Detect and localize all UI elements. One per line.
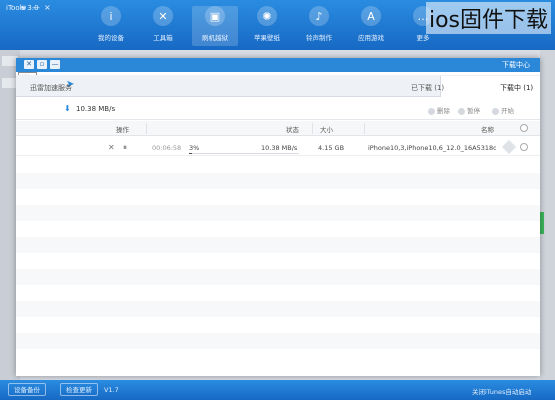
pause-icon [458,107,465,115]
download-arrow-icon: ⬇ [64,104,71,113]
box-icon: ▣ [205,6,225,26]
empty-row [16,205,540,221]
start-button[interactable]: 开始 [492,105,514,115]
dialog-maximize-button[interactable]: ▫ [37,60,47,69]
menu-icon[interactable]: ≡ [20,3,27,12]
info-icon: i [101,6,121,26]
dialog-minimize-button[interactable]: — [50,60,60,69]
toolbar-toolbox[interactable]: ✕ 工具箱 [140,6,186,46]
empty-row [16,269,540,285]
toolbar-label: 刷机越狱 [202,34,228,42]
column-size: 大小 [320,126,333,134]
empty-row [16,237,540,253]
toolbar-flash[interactable]: ▣ 刷机越狱 [192,6,238,46]
empty-row [16,173,540,189]
table-header [16,121,540,136]
toolbar-ringtone[interactable]: ♪ 铃声制作 [296,6,342,46]
minimize-icon[interactable]: — [32,3,40,12]
toolbar-label: 我的设备 [98,34,124,42]
row-size: 4.15 GB [318,144,345,152]
column-divider [146,123,147,134]
row-percent: 3% [189,144,200,152]
itunes-autostart-toggle[interactable]: 关闭iTunes自动启动 [472,386,531,396]
dialog-title: 下载中心 [502,61,530,69]
column-name: 名称 [481,126,494,134]
tab-downloading[interactable]: 下载中 (1) [500,83,533,93]
empty-row [16,301,540,317]
gear-icon: ✺ [257,6,277,26]
toolbar-label: 工具箱 [153,34,173,42]
check-update-button[interactable]: 检查更新 [60,383,98,396]
delete-icon [428,107,435,115]
row-checkbox[interactable] [520,143,528,151]
start-icon [492,107,499,115]
row-filename: iPhone10,3,iPhone10,6_12.0_16A5318d... [368,144,496,152]
row-remaining: 00:06:58 [152,144,182,152]
version-label: V1.7 [104,386,119,394]
delete-button[interactable]: 删除 [428,105,450,115]
row-pause-icon[interactable]: ⏸ [123,143,127,153]
total-speed: 10.38 MB/s [76,105,116,113]
select-all-checkbox[interactable] [520,124,528,132]
device-backup-button[interactable]: 设备备份 [8,383,46,396]
appstore-icon: A [361,6,381,26]
toolbar-apps[interactable]: A 应用游戏 [348,6,394,46]
column-ops: 操作 [116,126,129,134]
row-delete-icon[interactable]: ✕ [108,143,115,152]
dialog-close-button[interactable]: ✕ [24,60,34,69]
column-status: 状态 [286,126,299,134]
empty-row [16,333,540,349]
pause-label: 暂停 [467,107,480,115]
overlay-caption: ios固件下载 [425,2,551,34]
progress-track [189,153,299,154]
bell-icon: ♪ [309,6,329,26]
toolbar-my-device[interactable]: i 我的设备 [88,6,134,46]
progress-fill [189,153,192,154]
tools-icon: ✕ [153,6,173,26]
dialog-header [16,58,540,72]
toolbar-wallpaper[interactable]: ✺ 苹果壁纸 [244,6,290,46]
start-label: 开始 [501,107,514,115]
delete-label: 删除 [437,107,450,115]
column-divider [364,123,365,134]
download-center-dialog: ✕ ▫ — 下载中心 关闭 ➤ 迅雷加速服务 已下载 (1) 下载中 (1) ⬇… [16,58,540,376]
close-icon[interactable]: × [44,3,51,12]
tab-downloaded[interactable]: 已下载 (1) [411,83,444,93]
toolbar-label: 应用游戏 [358,34,384,42]
toolbar-label: 铃声制作 [306,34,332,42]
column-divider [312,123,313,134]
row-speed: 10.38 MB/s [261,144,298,152]
toolbar-label: 苹果壁纸 [254,34,280,42]
pause-button[interactable]: 暂停 [458,105,480,115]
tab-accelerate[interactable]: 迅雷加速服务 [30,83,72,93]
